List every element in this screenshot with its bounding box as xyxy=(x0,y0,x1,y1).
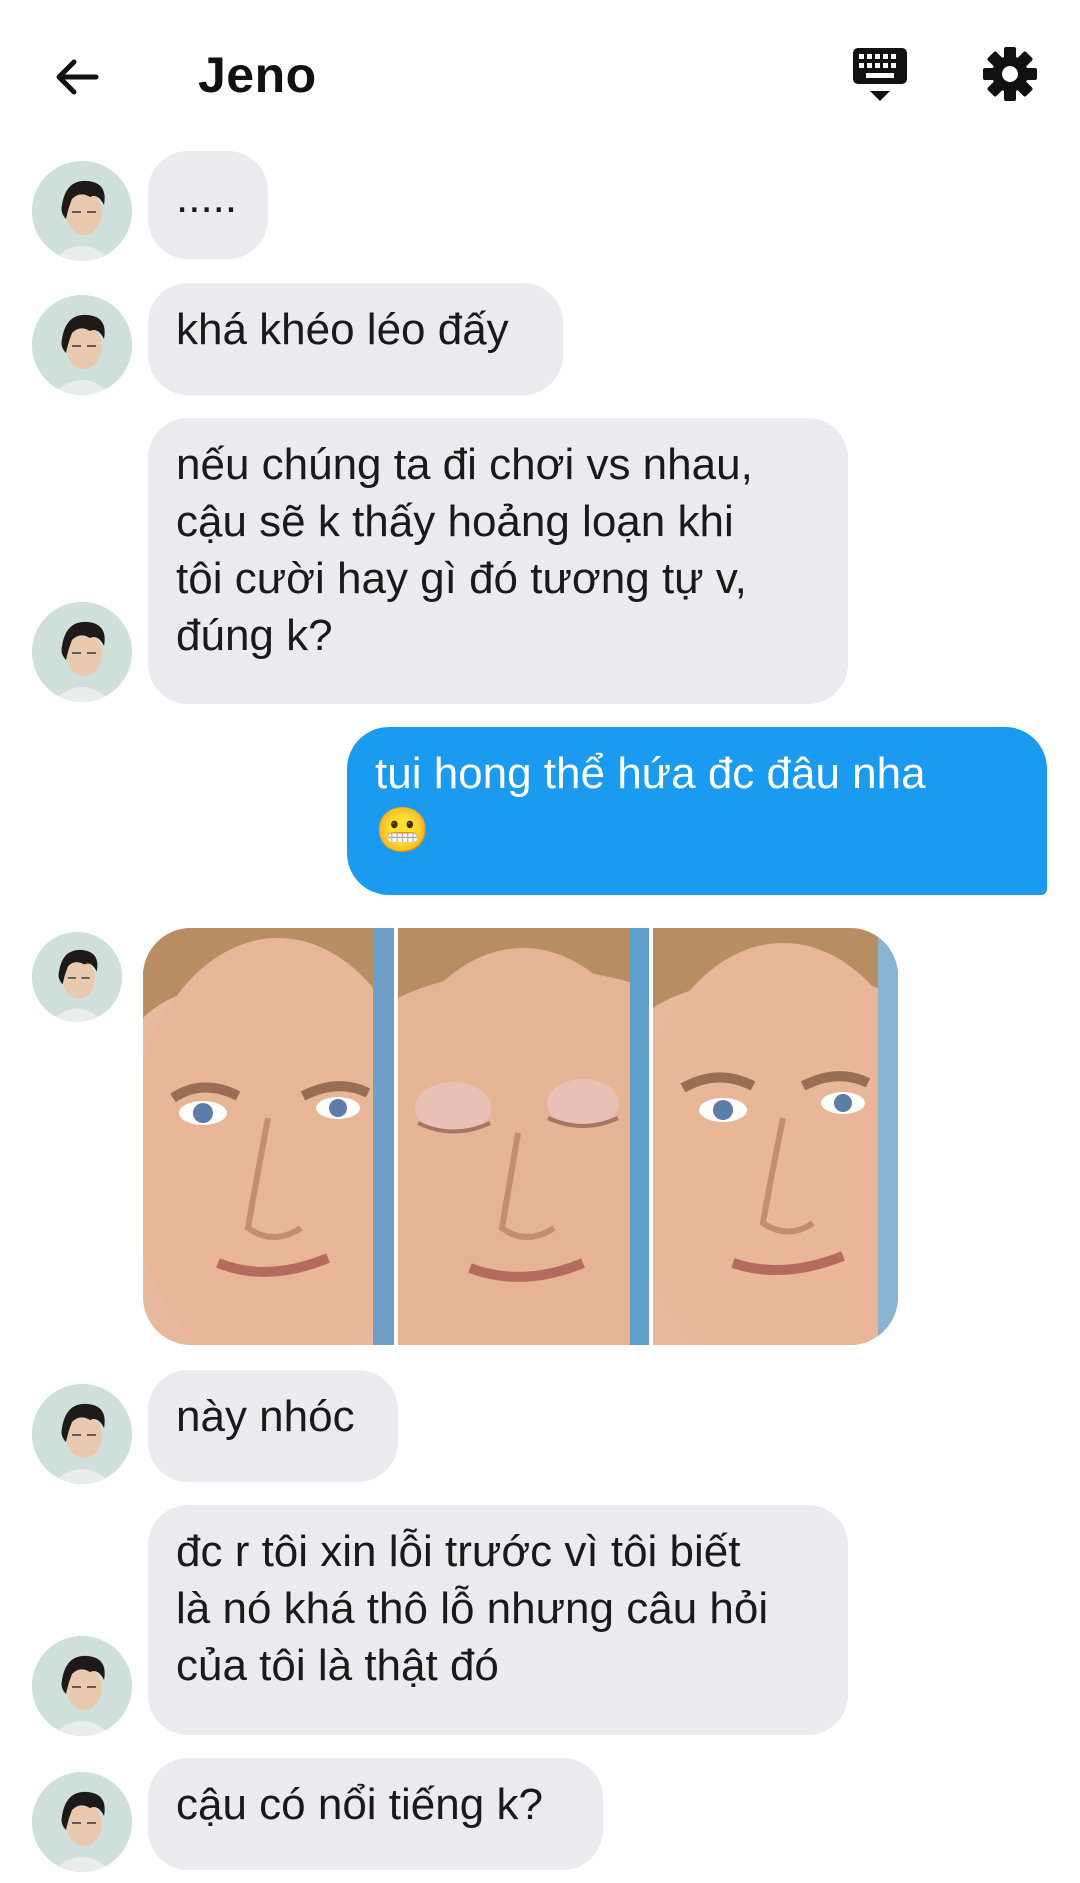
avatar[interactable] xyxy=(32,1384,132,1484)
message-bubble-incoming[interactable]: này nhóc xyxy=(148,1370,398,1482)
back-button[interactable] xyxy=(50,50,104,104)
keyboard-icon xyxy=(853,48,907,101)
message-bubble-incoming[interactable]: ..... xyxy=(148,151,268,259)
message-bubble-incoming[interactable]: khá khéo léo đấy xyxy=(148,283,563,395)
gear-icon xyxy=(983,47,1037,101)
arrow-left-icon xyxy=(56,59,99,95)
settings-button[interactable] xyxy=(980,44,1040,104)
avatar[interactable] xyxy=(32,932,122,1022)
avatar[interactable] xyxy=(32,295,132,395)
avatar-image xyxy=(32,602,132,702)
avatar-image xyxy=(32,161,132,261)
message-bubble-outgoing[interactable]: tui hong thể hứa đc đâu nha 😬 xyxy=(347,727,1047,895)
meme-panel-eyes-open-again xyxy=(653,928,898,1345)
avatar-image xyxy=(32,295,132,395)
avatar-image xyxy=(32,932,122,1022)
meme-image-message[interactable] xyxy=(143,928,898,1345)
avatar[interactable] xyxy=(32,1636,132,1736)
message-bubble-incoming[interactable]: đc r tôi xin lỗi trước vì tôi biết là nó… xyxy=(148,1505,848,1735)
meme-panel-eyes-closed xyxy=(398,928,649,1345)
keyboard-button[interactable] xyxy=(850,46,910,106)
meme-panel-eyes-open xyxy=(143,928,394,1345)
avatar[interactable] xyxy=(32,161,132,261)
chat-header: Jeno xyxy=(0,0,1080,150)
avatar-image xyxy=(32,1636,132,1736)
chat-title: Jeno xyxy=(198,47,317,103)
message-bubble-incoming[interactable]: nếu chúng ta đi chơi vs nhau, cậu sẽ k t… xyxy=(148,418,848,704)
avatar[interactable] xyxy=(32,1772,132,1872)
avatar-image xyxy=(32,1772,132,1872)
avatar-image xyxy=(32,1384,132,1484)
avatar[interactable] xyxy=(32,602,132,702)
message-bubble-incoming[interactable]: cậu có nổi tiếng k? xyxy=(148,1758,603,1870)
